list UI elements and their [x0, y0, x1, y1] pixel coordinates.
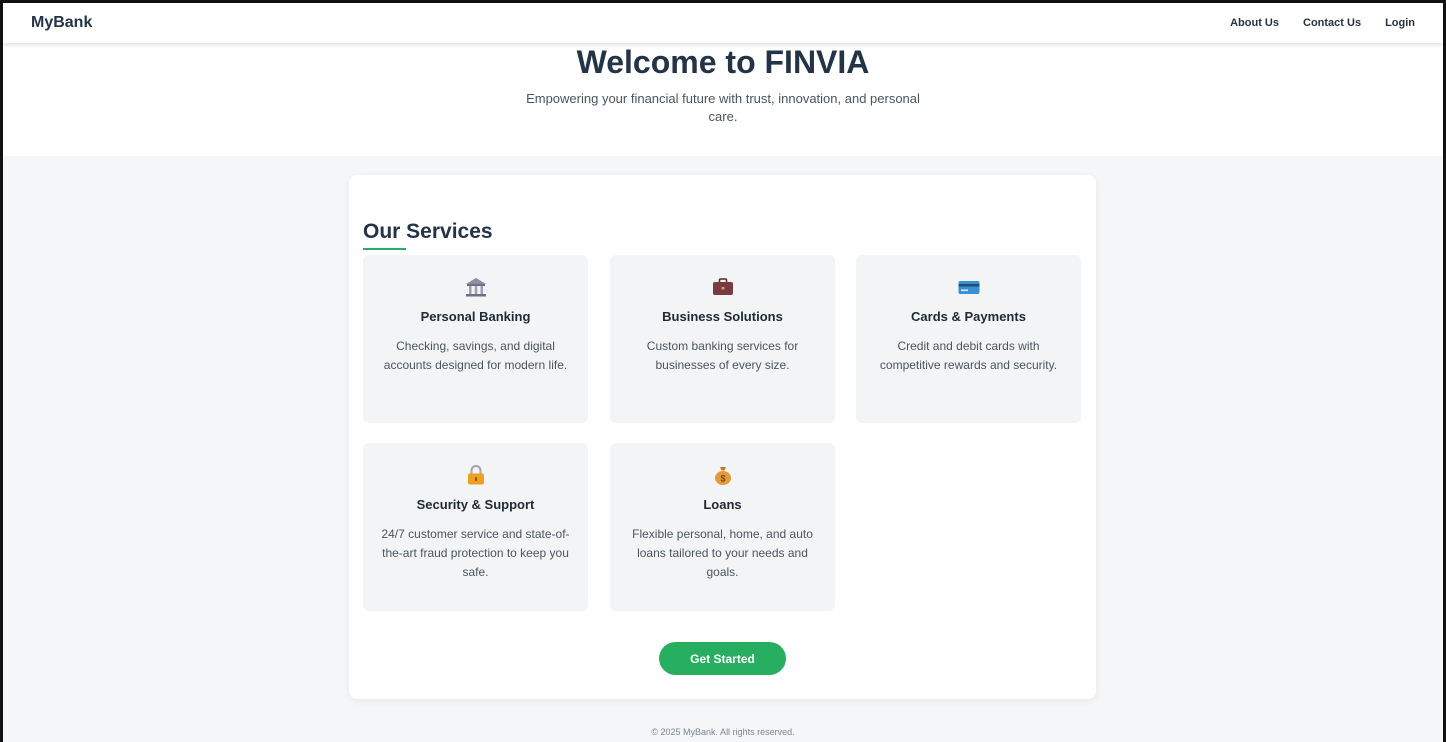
page: MyBank About Us Contact Us Login Welcome… [0, 0, 1446, 742]
footer: © 2025 MyBank. All rights reserved. [651, 727, 795, 737]
navbar: MyBank About Us Contact Us Login [3, 3, 1443, 43]
services-card: Our Services Personal Banking Checking, … [349, 175, 1096, 699]
credit-card-icon [958, 281, 979, 294]
lock-icon [467, 465, 484, 485]
service-business-solutions[interactable]: Business Solutions Custom banking servic… [610, 255, 835, 423]
nav-link-contact-us[interactable]: Contact Us [1303, 17, 1361, 29]
service-title: Security & Support [416, 497, 535, 512]
svg-text:$: $ [720, 474, 725, 484]
title-underline [363, 248, 406, 250]
get-started-button[interactable]: Get Started [659, 642, 786, 675]
service-title: Business Solutions [662, 309, 783, 324]
service-description: Flexible personal, home, and auto loans … [632, 527, 813, 579]
service-description: Checking, savings, and digital accounts … [383, 339, 568, 372]
service-description: Credit and debit cards with competitive … [879, 339, 1058, 372]
money-bag-icon: $ [714, 467, 731, 485]
hero-subtitle: Empowering your financial future with tr… [526, 91, 920, 124]
nav-link-about-us[interactable]: About Us [1230, 17, 1279, 29]
service-description: 24/7 customer service and state-of-the-a… [381, 527, 570, 579]
service-title: Loans [703, 497, 742, 512]
services-title: Our Services [363, 220, 493, 243]
briefcase-icon [712, 278, 733, 295]
hero-title: Welcome to FINVIA [576, 44, 870, 80]
bank-icon [465, 278, 486, 297]
hero-section: Welcome to FINVIA Empowering your financ… [3, 43, 1443, 156]
service-description: Custom banking services for businesses o… [646, 339, 799, 372]
service-security-support[interactable]: Security & Support 24/7 customer service… [363, 443, 588, 611]
service-title: Personal Banking [420, 309, 531, 324]
service-personal-banking[interactable]: Personal Banking Checking, savings, and … [363, 255, 588, 423]
nav-link-login[interactable]: Login [1385, 17, 1415, 29]
service-loans[interactable]: $ Loans Flexible personal, home, and aut… [610, 443, 835, 611]
brand-logo[interactable]: MyBank [31, 14, 92, 32]
service-cards-payments[interactable]: Cards & Payments Credit and debit cards … [856, 255, 1081, 423]
nav-links: About Us Contact Us Login [1230, 17, 1415, 29]
service-title: Cards & Payments [911, 309, 1026, 324]
